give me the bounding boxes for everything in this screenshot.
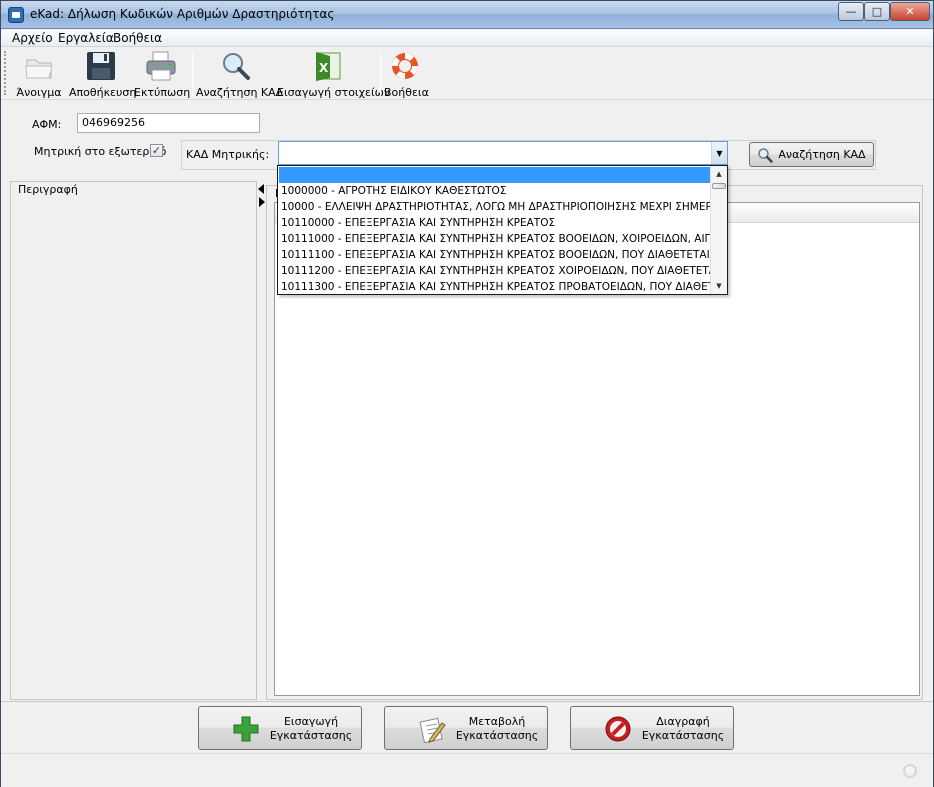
magnifier-icon <box>223 53 250 80</box>
dropdown-item[interactable]: 1000000 - ΑΓΡΟΤΗΣ ΕΙΔΙΚΟΥ ΚΑΘΕΣΤΩΤΟΣ <box>279 183 711 199</box>
close-button[interactable]: ✕ <box>890 2 930 21</box>
dropdown-item[interactable]: 10111200 - ΕΠΕΞΕΡΓΑΣΙΑ ΚΑΙ ΣΥΝΤΗΡΗΣΗ ΚΡΕ… <box>279 263 711 279</box>
status-bar <box>1 753 933 787</box>
toolbar-separator <box>380 52 381 96</box>
app-icon <box>8 7 24 23</box>
edit-installation-label: Μεταβολή Εγκατάστασης <box>449 715 545 743</box>
printer-icon <box>146 51 176 81</box>
toolbar-grip[interactable] <box>4 51 7 95</box>
add-installation-label-line2: Εγκατάστασης <box>269 729 353 742</box>
import-data-button[interactable]: X Εισαγωγή στοιχείων <box>277 50 391 99</box>
open-label: Άνοιγμα <box>16 86 62 99</box>
excel-icon: X <box>316 52 341 81</box>
help-button[interactable]: Βοήθεια <box>384 50 429 99</box>
scroll-down-icon[interactable]: ▼ <box>711 278 727 294</box>
search-kad-toolbar-button[interactable]: Αναζήτηση ΚΑΔ <box>196 50 284 99</box>
edit-installation-label-line2: Εγκατάστασης <box>455 729 539 742</box>
lifebuoy-icon <box>392 53 418 79</box>
parent-kad-label: ΚΑΔ Μητρικής: <box>186 148 270 161</box>
dropdown-item[interactable] <box>279 167 711 183</box>
expand-right-arrow-icon[interactable] <box>259 197 265 207</box>
collapse-left-arrow-icon[interactable] <box>258 184 264 194</box>
print-label: Εκτύπωση <box>134 86 191 99</box>
checkmark-icon: ✓ <box>151 144 162 157</box>
minimize-button[interactable]: — <box>838 2 864 21</box>
delete-installation-label-line1: Διαγραφή <box>656 715 710 728</box>
add-installation-button[interactable]: Εισαγωγή Εγκατάστασης <box>198 706 362 750</box>
parent-abroad-checkbox[interactable]: ✓ <box>150 144 163 157</box>
edit-installation-label-line1: Μεταβολή <box>468 715 526 728</box>
delete-installation-label: Διαγραφή Εγκατάστασης <box>635 715 731 743</box>
help-label: Βοήθεια <box>384 86 429 99</box>
save-disk-icon <box>87 52 115 80</box>
menu-help[interactable]: Βοήθεια <box>113 31 162 45</box>
close-icon: ✕ <box>905 5 915 18</box>
magnifier-icon <box>758 147 774 163</box>
dropdown-item[interactable]: 10111300 - ΕΠΕΞΕΡΓΑΣΙΑ ΚΑΙ ΣΥΝΤΗΡΗΣΗ ΚΡΕ… <box>279 279 711 294</box>
open-folder-icon <box>25 59 53 79</box>
plus-icon <box>233 716 259 742</box>
scroll-up-icon[interactable]: ▲ <box>711 166 727 182</box>
menu-bar: Αρχείο Εργαλεία Βοήθεια <box>1 30 933 47</box>
edit-installation-button[interactable]: Μεταβολή Εγκατάστασης <box>384 706 548 750</box>
dropdown-item[interactable]: 10111000 - ΕΠΕΞΕΡΓΑΣΙΑ ΚΑΙ ΣΥΝΤΗΡΗΣΗ ΚΡΕ… <box>279 231 711 247</box>
save-button[interactable]: Αποθήκευση <box>69 50 137 99</box>
delete-installation-button[interactable]: Διαγραφή Εγκατάστασης <box>570 706 734 750</box>
afm-field[interactable]: 046969256 <box>77 113 260 133</box>
scroll-thumb[interactable] <box>712 183 726 189</box>
add-installation-label-line1: Εισαγωγή <box>283 715 339 728</box>
afm-label: ΑΦΜ: <box>32 118 62 131</box>
description-area <box>12 198 255 698</box>
maximize-icon: □ <box>871 5 883 18</box>
parent-abroad-label: Μητρική στο εξωτερικό <box>34 145 167 158</box>
status-indicator-icon <box>903 764 917 778</box>
menu-file[interactable]: Αρχείο <box>12 31 53 45</box>
search-kad-button-label: Αναζήτηση ΚΑΔ <box>778 148 866 161</box>
svg-text:X: X <box>319 61 329 75</box>
dropdown-scrollbar[interactable]: ▲ ▼ <box>710 166 727 294</box>
open-button[interactable]: Άνοιγμα <box>10 50 68 99</box>
app-window: eKad: Δήλωση Κωδικών Αριθμών Δραστηριότη… <box>0 0 934 787</box>
title-bar[interactable]: eKad: Δήλωση Κωδικών Αριθμών Δραστηριότη… <box>1 1 933 29</box>
description-header: Περιγραφή <box>18 183 78 196</box>
no-entry-icon <box>605 716 631 742</box>
print-button[interactable]: Εκτύπωση <box>134 50 191 99</box>
dropdown-item[interactable]: 10111100 - ΕΠΕΞΕΡΓΑΣΙΑ ΚΑΙ ΣΥΝΤΗΡΗΣΗ ΚΡΕ… <box>279 247 711 263</box>
chevron-down-icon[interactable]: ▼ <box>711 142 727 164</box>
import-data-label: Εισαγωγή στοιχείων <box>277 86 391 99</box>
edit-document-icon <box>419 717 446 743</box>
toolbar-separator <box>192 52 193 96</box>
minimize-icon: — <box>845 5 857 18</box>
dropdown-item[interactable]: 10000 - ΕΛΛΕΙΨΗ ΔΡΑΣΤΗΡΙΟΤΗΤΑΣ, ΛΟΓΩ ΜΗ … <box>279 199 711 215</box>
add-installation-label: Εισαγωγή Εγκατάστασης <box>263 715 359 743</box>
delete-installation-label-line2: Εγκατάστασης <box>641 729 725 742</box>
save-label: Αποθήκευση <box>69 86 137 99</box>
maximize-button[interactable]: □ <box>864 2 890 21</box>
search-kad-button[interactable]: Αναζήτηση ΚΑΔ <box>749 142 874 167</box>
search-kad-label: Αναζήτηση ΚΑΔ <box>196 86 284 99</box>
description-panel: Περιγραφή <box>10 181 257 700</box>
menu-tools[interactable]: Εργαλεία <box>58 31 114 45</box>
window-title: eKad: Δήλωση Κωδικών Αριθμών Δραστηριότη… <box>30 7 335 21</box>
toolbar: Άνοιγμα Αποθήκευση Εκτύπωση Αναζήτηση ΚΑ… <box>1 48 933 100</box>
parent-kad-combobox[interactable]: ▼ <box>278 141 728 165</box>
dropdown-item[interactable]: 10110000 - ΕΠΕΞΕΡΓΑΣΙΑ ΚΑΙ ΣΥΝΤΗΡΗΣΗ ΚΡΕ… <box>279 215 711 231</box>
parent-kad-dropdown[interactable]: 1000000 - ΑΓΡΟΤΗΣ ΕΙΔΙΚΟΥ ΚΑΘΕΣΤΩΤΟΣ 100… <box>277 165 728 295</box>
